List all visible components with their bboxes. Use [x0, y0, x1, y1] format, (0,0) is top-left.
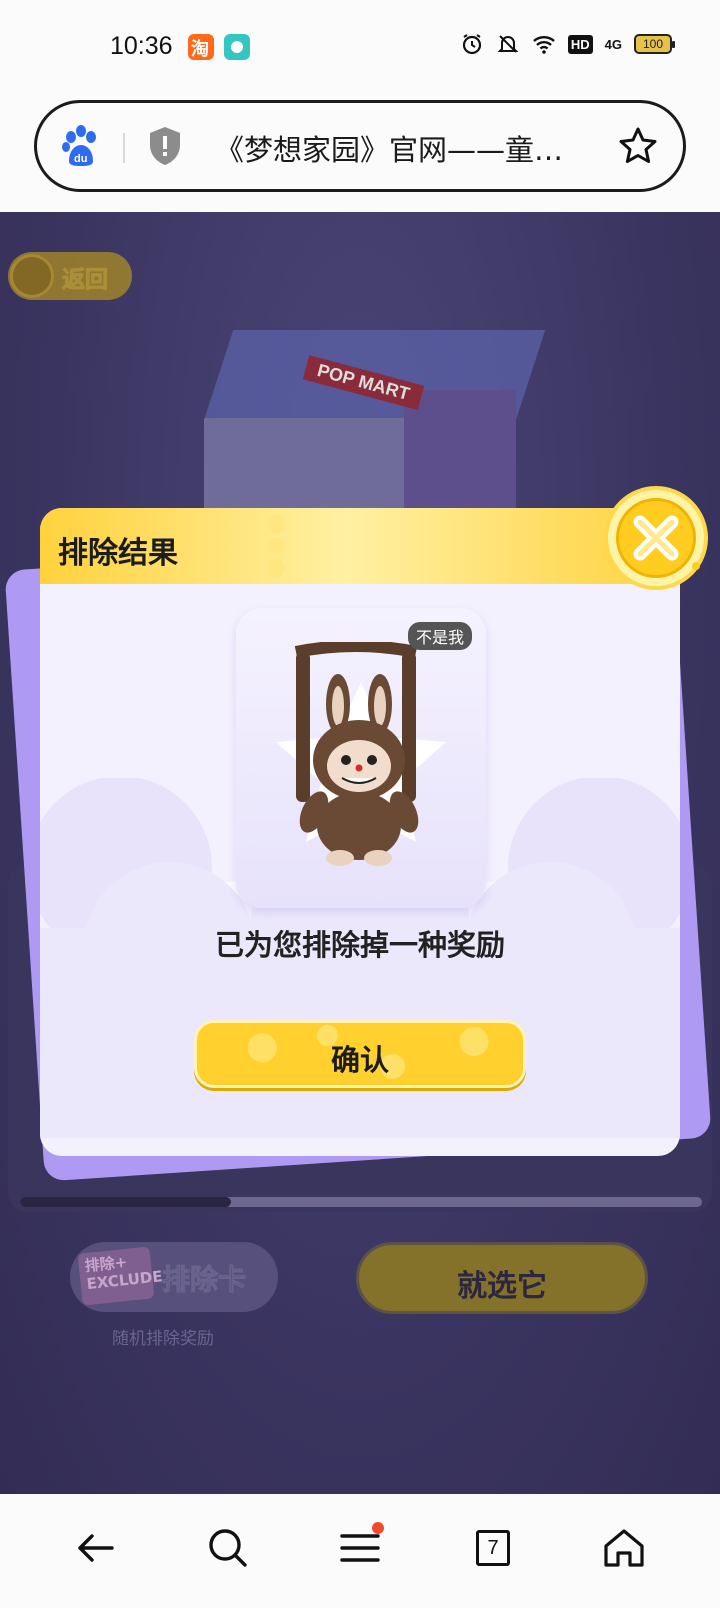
- menu-button[interactable]: [332, 1520, 388, 1576]
- url-title[interactable]: 《梦想家园》官网——童…: [215, 127, 587, 169]
- tab-count: 7: [476, 1530, 510, 1566]
- battery-level: 100: [642, 37, 664, 51]
- wifi-icon: [533, 36, 555, 54]
- mute-bell-icon: [497, 35, 519, 53]
- status-bar: 10:36 HD 4G 100: [0, 0, 720, 92]
- result-message: 已为您排除掉一种奖励: [214, 928, 505, 962]
- home-icon[interactable]: [596, 1520, 652, 1576]
- carousel-scroll-thumb[interactable]: [20, 1197, 232, 1207]
- confirm-button[interactable]: 确认: [194, 1020, 526, 1088]
- labubu-plush-image: [276, 642, 446, 866]
- message-notification-icon: [224, 34, 250, 60]
- dialog-header: 排除结果: [40, 508, 680, 584]
- baidu-paw-icon[interactable]: du: [61, 125, 101, 167]
- dialog-title: 排除结果: [58, 536, 178, 571]
- confirm-label: 确认: [330, 1043, 389, 1077]
- battery-icon: 100: [634, 34, 675, 54]
- close-button-dot: [692, 562, 700, 570]
- network-4g-icon: 4G: [604, 36, 622, 52]
- exclude-card-subtitle: 随机排除奖励: [112, 1329, 214, 1349]
- ticket-text: 排除+ EXCLUDE: [83, 1252, 164, 1294]
- address-bar[interactable]: du 《梦想家园》官网——童…: [34, 100, 686, 192]
- back-label: 返回: [62, 267, 109, 294]
- shield-icon[interactable]: [147, 125, 183, 167]
- header-flower-decoration: [229, 515, 285, 577]
- notification-dot: [372, 1522, 384, 1534]
- not-me-badge: 不是我: [407, 622, 472, 650]
- exclude-card-label: 排除卡: [161, 1263, 247, 1297]
- carousel-scrollbar[interactable]: [20, 1197, 702, 1207]
- back-arrow-icon[interactable]: [68, 1520, 124, 1576]
- back-button[interactable]: 返回: [8, 252, 132, 300]
- excluded-prize-card: 不是我: [236, 608, 486, 908]
- close-icon: [633, 515, 679, 561]
- bookmark-star-icon[interactable]: [617, 125, 659, 167]
- exclude-card-button[interactable]: 排除+ EXCLUDE 排除卡: [70, 1242, 278, 1312]
- choose-this-button[interactable]: 就选它: [356, 1242, 648, 1314]
- status-time: 10:36: [110, 32, 173, 60]
- browser-bottom-bar: 7: [0, 1494, 720, 1608]
- tabs-button[interactable]: 7: [464, 1520, 520, 1576]
- url-divider: [123, 133, 125, 163]
- close-dialog-button[interactable]: [608, 490, 704, 586]
- choose-label: 就选它: [457, 1269, 547, 1304]
- back-arrow-icon: [10, 254, 54, 298]
- svg-text:du: du: [74, 153, 87, 165]
- taobao-notification-icon: [188, 34, 214, 61]
- search-icon[interactable]: [200, 1520, 256, 1576]
- alarm-icon: [462, 34, 481, 55]
- exclude-ticket-icon: 排除+ EXCLUDE: [77, 1246, 163, 1306]
- hd-icon: HD: [567, 34, 593, 54]
- status-icons: HD 4G 100: [460, 32, 675, 56]
- exclude-result-dialog: 排除结果 不是我 已为您排除掉一种奖励 确认: [40, 508, 680, 1156]
